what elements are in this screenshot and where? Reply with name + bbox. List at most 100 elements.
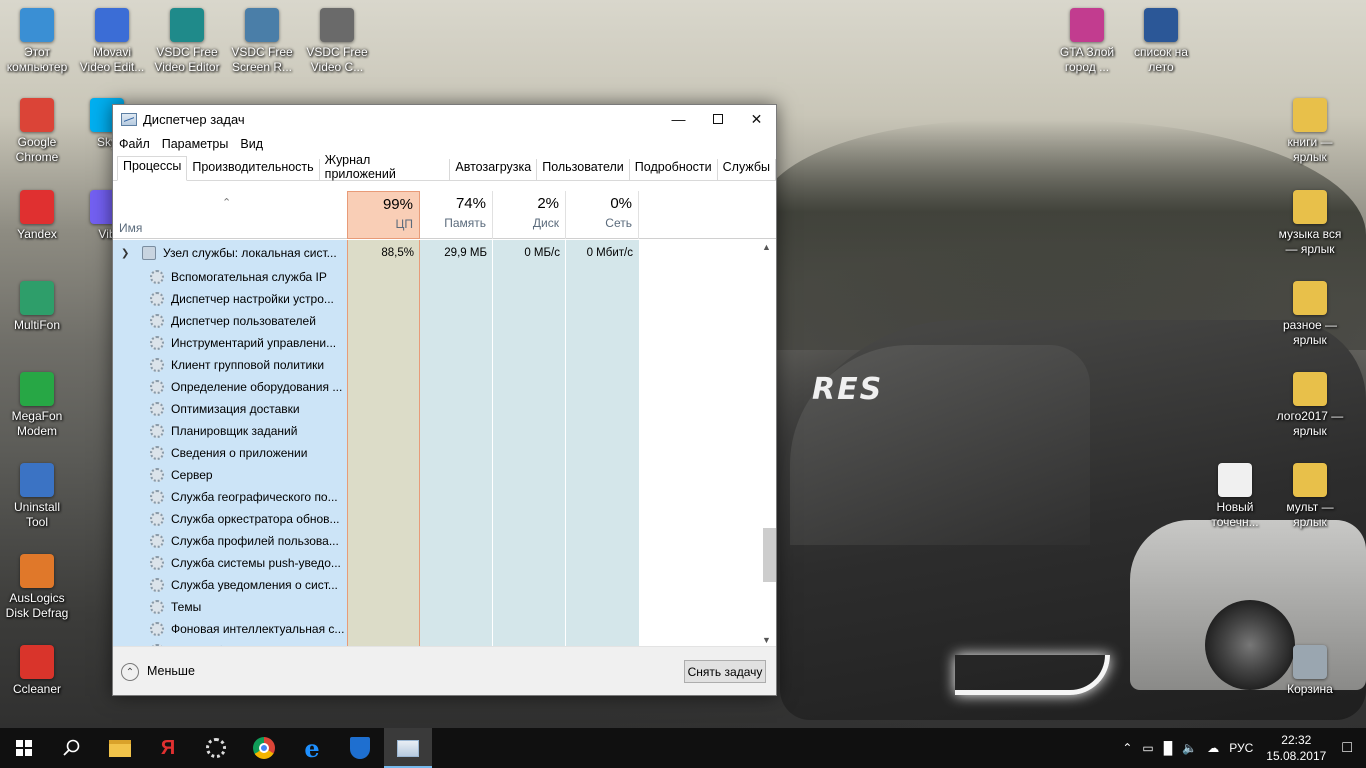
service-name: Темы <box>171 600 202 614</box>
desktop-shortcut[interactable]: MegaFon Modem <box>0 372 74 439</box>
fewer-details-icon[interactable]: ⌃ <box>121 663 139 681</box>
start-button[interactable] <box>0 728 48 768</box>
wallpaper-headlight <box>955 655 1110 695</box>
service-name: Сервер <box>171 468 213 482</box>
desktop-shortcut[interactable]: AusLogics Disk Defrag <box>0 554 74 621</box>
scroll-down-arrow-icon[interactable]: ▼ <box>762 635 771 645</box>
volume-icon[interactable]: 🔈 <box>1182 741 1197 755</box>
desktop-shortcut[interactable]: Movavi Video Edit... <box>75 8 149 75</box>
desktop-shortcut[interactable]: VSDC Free Video C... <box>300 8 374 75</box>
service-row[interactable]: Инструментарий управлени... <box>113 332 763 354</box>
service-row[interactable]: Темы <box>113 596 763 618</box>
service-row[interactable]: Служба оркестратора обнов... <box>113 508 763 530</box>
collapse-chevron-icon[interactable]: ❯ <box>121 248 129 259</box>
tab-app-history[interactable]: Журнал приложений <box>320 153 451 181</box>
tab-details[interactable]: Подробности <box>630 159 718 180</box>
vertical-scrollbar[interactable]: ▲ ▼ <box>759 240 776 647</box>
desktop-shortcut-label: Uninstall Tool <box>13 500 61 529</box>
service-row[interactable]: Служба системы push-уведо... <box>113 552 763 574</box>
service-row[interactable]: Определение оборудования ... <box>113 376 763 398</box>
search-button[interactable] <box>48 728 96 768</box>
service-row[interactable]: Диспетчер пользователей <box>113 310 763 332</box>
fewer-details-link[interactable]: Меньше <box>147 664 195 678</box>
tab-services[interactable]: Службы <box>718 159 776 180</box>
desktop-shortcut[interactable]: VSDC Free Video Editor <box>150 8 224 75</box>
desktop-shortcut[interactable]: лого2017 — ярлык <box>1273 372 1347 439</box>
desktop-shortcut[interactable]: Ccleaner <box>0 645 74 697</box>
service-row[interactable]: Сервер <box>113 464 763 486</box>
desktop-shortcut[interactable]: музыка вся — ярлык <box>1273 190 1347 257</box>
network-signal-icon[interactable]: █ <box>1164 741 1173 755</box>
service-row[interactable]: Клиент групповой политики <box>113 354 763 376</box>
uninstall-icon <box>20 463 54 497</box>
service-row[interactable]: Вспомогательная служба IP <box>113 266 763 288</box>
desktop-shortcut[interactable]: список на лето <box>1124 8 1198 75</box>
menu-file[interactable]: Файл <box>119 137 150 151</box>
tab-users[interactable]: Пользователи <box>537 159 630 180</box>
service-row[interactable]: Оптимизация доставки <box>113 398 763 420</box>
window-footer: ⌃ Меньше Снять задачу <box>113 646 776 695</box>
taskbar-yandex[interactable]: Я <box>144 728 192 768</box>
close-button[interactable]: ✕ <box>737 105 776 133</box>
service-row[interactable]: Служба профилей пользова... <box>113 530 763 552</box>
taskbar-explorer[interactable] <box>96 728 144 768</box>
desktop-shortcut[interactable]: MultiFon <box>0 281 74 333</box>
desktop-shortcut[interactable]: книги — ярлык <box>1273 98 1347 165</box>
action-center-icon[interactable]: □ <box>1342 739 1352 757</box>
service-row[interactable]: Сведения о приложении <box>113 442 763 464</box>
service-row[interactable]: Фоновая интеллектуальная с... <box>113 618 763 640</box>
language-indicator[interactable]: РУС <box>1229 741 1253 755</box>
desktop-shortcut-label: VSDC Free Screen R... <box>231 45 293 74</box>
clock[interactable]: 22:32 15.08.2017 <box>1266 732 1326 764</box>
battery-icon[interactable]: ▭ <box>1142 741 1153 755</box>
desktop-shortcut[interactable]: мульт — ярлык <box>1273 463 1347 530</box>
taskbar-chrome[interactable] <box>240 728 288 768</box>
service-row[interactable]: Планировщик заданий <box>113 420 763 442</box>
tab-startup[interactable]: Автозагрузка <box>450 159 538 180</box>
taskbar-defender[interactable] <box>336 728 384 768</box>
minimize-button[interactable]: — <box>659 105 698 133</box>
service-row[interactable]: Служба географического по... <box>113 486 763 508</box>
service-name: Инструментарий управлени... <box>171 336 337 350</box>
scroll-up-arrow-icon[interactable]: ▲ <box>762 242 771 252</box>
system-tray: ⌃ ▭ █ 🔈 ☁ РУС 22:32 15.08.2017 □ <box>1117 728 1366 768</box>
menu-view[interactable]: Вид <box>240 137 263 151</box>
menu-options[interactable]: Параметры <box>162 137 229 151</box>
process-row-parent[interactable]: ❯ Узел службы: локальная сист... 88,5% 2… <box>113 242 763 264</box>
ccleaner-icon <box>20 645 54 679</box>
desktop-shortcut[interactable]: Yandex <box>0 190 74 242</box>
taskbar-video[interactable] <box>192 728 240 768</box>
column-memory[interactable]: 74% Память <box>420 191 493 239</box>
service-row[interactable]: Диспетчер настройки устро... <box>113 288 763 310</box>
desktop-shortcut[interactable]: Google Chrome <box>0 98 74 165</box>
scroll-thumb[interactable] <box>763 528 776 582</box>
service-gear-icon <box>150 534 164 548</box>
taskbar-edge[interactable]: e <box>288 728 336 768</box>
game-icon <box>1070 8 1104 42</box>
column-network[interactable]: 0% Сеть <box>566 191 639 239</box>
maximize-button[interactable] <box>698 105 737 133</box>
desktop-shortcut[interactable]: VSDC Free Screen R... <box>225 8 299 75</box>
desktop-shortcut[interactable]: разное — ярлык <box>1273 281 1347 348</box>
desktop-shortcut[interactable]: Корзина <box>1273 645 1347 697</box>
column-disk[interactable]: 2% Диск <box>493 191 566 239</box>
desktop-shortcut[interactable]: Uninstall Tool <box>0 463 74 530</box>
desktop-shortcut[interactable]: Новый точечн... <box>1198 463 1272 530</box>
service-gear-icon <box>150 600 164 614</box>
show-hidden-icons[interactable]: ⌃ <box>1122 741 1132 755</box>
column-name[interactable]: Имя <box>119 221 142 235</box>
weather-icon[interactable]: ☁ <box>1207 741 1219 755</box>
movavi-icon <box>95 8 129 42</box>
end-task-button[interactable]: Снять задачу <box>684 660 766 683</box>
desktop-shortcut[interactable]: GTA Злой город ... <box>1050 8 1124 75</box>
desktop-shortcut[interactable]: Этот компьютер <box>0 8 74 75</box>
phone-icon <box>20 281 54 315</box>
tab-processes[interactable]: Процессы <box>117 156 188 181</box>
vsdc-converter-icon <box>320 8 354 42</box>
title-bar[interactable]: Диспетчер задач — ✕ <box>113 105 776 133</box>
taskbar-task-manager[interactable] <box>384 728 432 768</box>
column-cpu[interactable]: 99% ЦП <box>347 191 420 239</box>
tab-performance[interactable]: Производительность <box>187 159 320 180</box>
service-row[interactable]: Служба уведомления о сист... <box>113 574 763 596</box>
network-label: Сеть <box>605 216 632 230</box>
